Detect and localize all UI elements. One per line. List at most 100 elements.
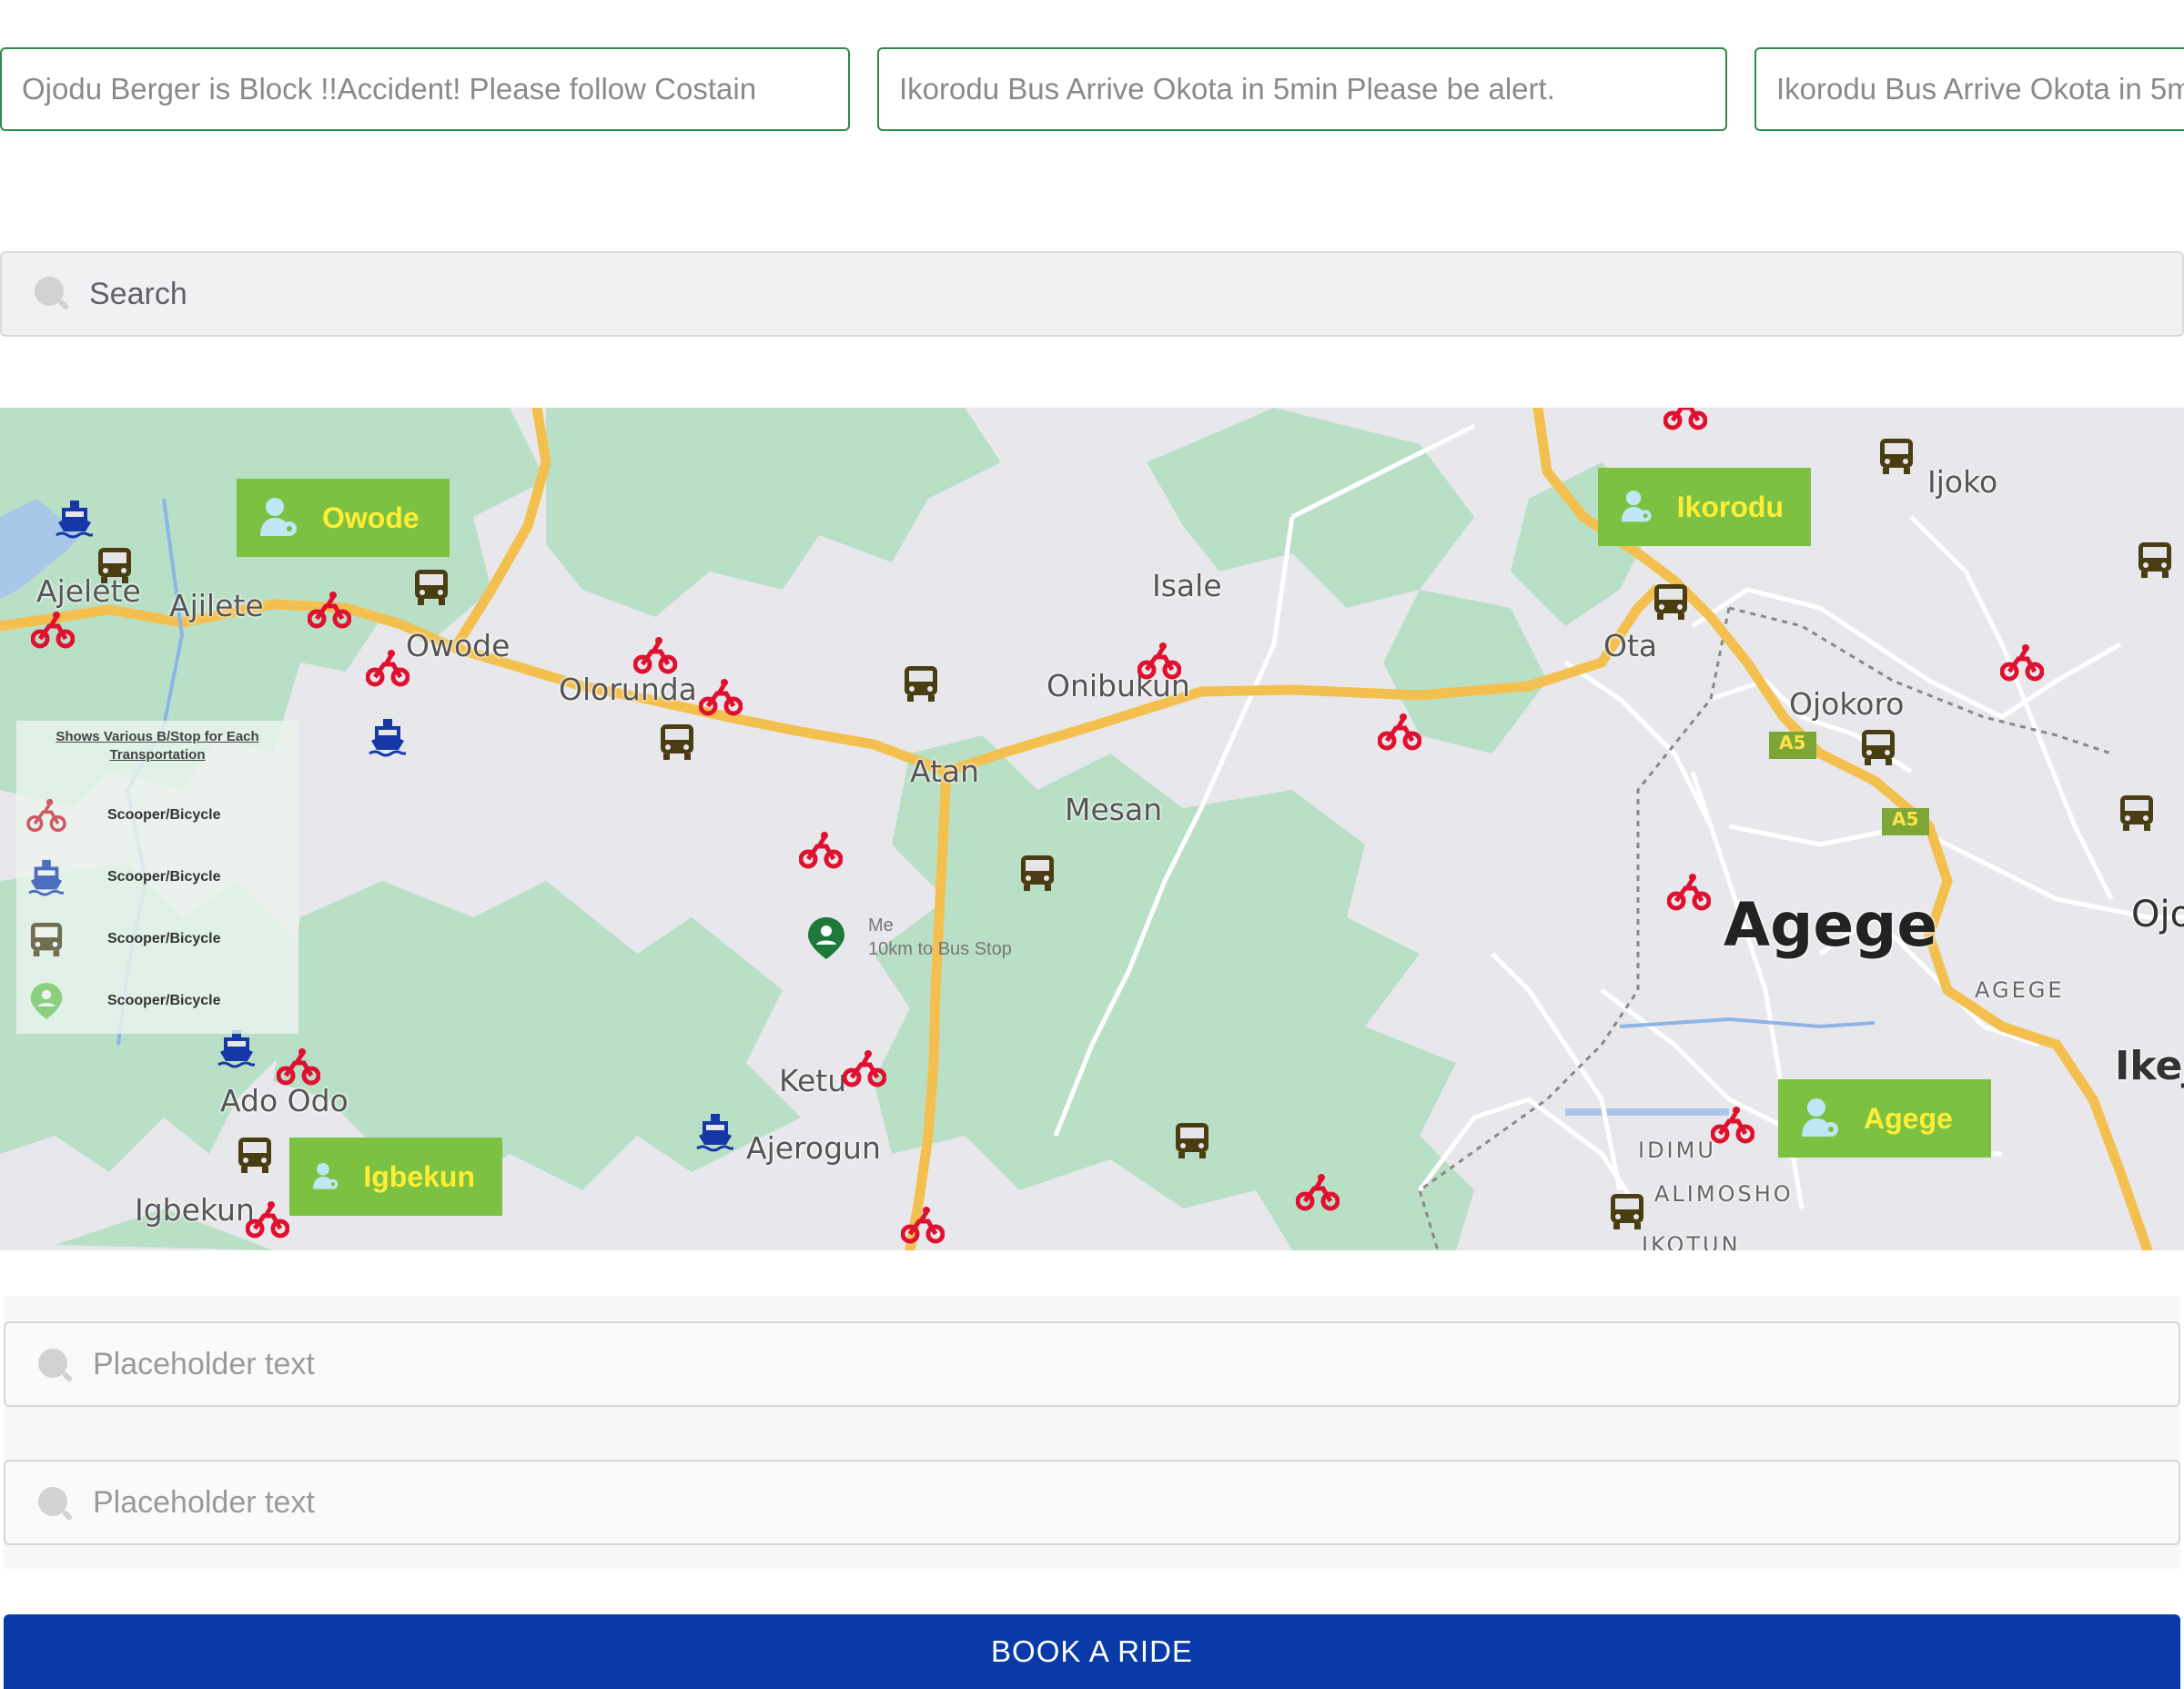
bicycle-icon[interactable] <box>2000 642 2044 683</box>
place-label: Agege <box>1724 890 1938 960</box>
bus-icon[interactable] <box>2118 794 2155 832</box>
bus-icon[interactable] <box>237 1136 273 1174</box>
book-ride-label: BOOK A RIDE <box>991 1634 1193 1668</box>
bicycle-icon[interactable] <box>1667 872 1711 912</box>
search-icon <box>38 1487 74 1522</box>
place-label: Igbekun <box>135 1192 255 1228</box>
bicycle-icon[interactable] <box>31 610 75 650</box>
legend-label: Scooper/Bicycle <box>107 993 221 1008</box>
location-label-owode[interactable]: Owode <box>237 479 450 557</box>
legend-item: Scooper/Bicycle <box>25 795 221 835</box>
place-label: Ajilete <box>169 588 264 623</box>
place-label: IKOTUN <box>1642 1232 1741 1250</box>
ferry-icon[interactable] <box>217 1028 257 1068</box>
bus-icon[interactable] <box>903 664 939 703</box>
location-label-agege[interactable]: Agege <box>1778 1079 1991 1158</box>
location-label-igbekun[interactable]: Igbekun <box>289 1138 502 1216</box>
location-label-ikorodu[interactable]: Ikorodu <box>1598 468 1811 546</box>
bus-icon <box>30 922 63 956</box>
bicycle-icon[interactable] <box>799 830 843 870</box>
place-label: Atan <box>910 753 980 789</box>
bus-icon[interactable] <box>2137 541 2173 579</box>
location-label-text: Ikorodu <box>1676 490 1784 523</box>
place-label: Ado Odo <box>220 1083 349 1118</box>
road-shield-label: A5 <box>1779 732 1806 753</box>
place-label: Ikej <box>2115 1043 2184 1089</box>
place-label: ALIMOSHO <box>1654 1181 1794 1207</box>
bus-icon[interactable] <box>659 723 695 761</box>
bus-icon[interactable] <box>1860 728 1896 766</box>
bus-icon[interactable] <box>1878 437 1915 475</box>
legend-label: Scooper/Bicycle <box>107 807 221 823</box>
bicycle-icon[interactable] <box>1663 408 1707 431</box>
alert-box[interactable]: Ikorodu Bus Arrive Okota in 5min Please … <box>877 47 1727 131</box>
alert-box[interactable]: Ikorodu Bus Arrive Okota in 5min Please … <box>1754 47 2184 131</box>
ferry-icon[interactable] <box>695 1112 735 1152</box>
bicycle-icon[interactable] <box>308 590 351 630</box>
legend-item: Scooper/Bicycle <box>25 919 221 959</box>
bicycle-icon[interactable] <box>366 648 410 688</box>
place-label: Mesan <box>1065 792 1163 827</box>
location-label-text: Agege <box>1864 1101 1953 1135</box>
pickup-input[interactable]: Placeholder text <box>4 1321 2180 1407</box>
ferry-icon[interactable] <box>368 717 408 757</box>
place-label: Ajerogun <box>746 1130 881 1166</box>
search-input[interactable]: Search <box>0 251 2184 337</box>
bus-icon[interactable] <box>1609 1192 1645 1230</box>
bus-icon[interactable] <box>413 568 450 606</box>
place-label: Isale <box>1152 568 1222 603</box>
alert-text: Ikorodu Bus Arrive Okota in 5min Please … <box>1776 72 2184 106</box>
alert-text: Ikorodu Bus Arrive Okota in 5min Please … <box>899 72 1555 106</box>
bicycle-icon[interactable] <box>277 1047 320 1087</box>
place-label: Ojo <box>2131 894 2184 936</box>
person-pin-icon <box>260 498 297 536</box>
me-label: Me <box>868 915 894 936</box>
person-pin-icon <box>313 1162 339 1189</box>
bicycle-icon[interactable] <box>901 1205 945 1245</box>
place-label: Ijoko <box>1927 464 1998 500</box>
road-shield-label: A5 <box>1892 808 1919 830</box>
bus-icon[interactable] <box>96 546 133 584</box>
person-location-icon <box>808 917 844 959</box>
destination-input[interactable]: Placeholder text <box>4 1460 2180 1545</box>
bus-icon[interactable] <box>1174 1121 1210 1159</box>
me-distance: 10km to Bus Stop <box>868 939 1012 959</box>
book-ride-button[interactable]: BOOK A RIDE <box>4 1614 2180 1689</box>
destination-placeholder: Placeholder text <box>93 1485 315 1520</box>
bicycle-icon[interactable] <box>1711 1105 1754 1145</box>
bicycle-icon[interactable] <box>246 1199 289 1239</box>
search-icon <box>35 277 70 311</box>
ferry-icon <box>28 859 65 896</box>
place-label: AGEGE <box>1975 977 2065 1003</box>
place-label: Ota <box>1603 628 1658 663</box>
place-label: Ojokoro <box>1789 686 1905 722</box>
bicycle-icon[interactable] <box>1378 712 1421 752</box>
bicycle-icon[interactable] <box>843 1048 886 1088</box>
bicycle-icon[interactable] <box>633 635 677 675</box>
legend-item: Scooper/Bicycle <box>25 857 221 897</box>
map-legend: Shows Various B/Stop for Each Transporta… <box>16 721 298 1034</box>
person-pin-icon <box>1622 491 1652 522</box>
bus-icon[interactable] <box>1019 854 1056 892</box>
person-pin-icon <box>1802 1098 1838 1137</box>
ferry-icon[interactable] <box>55 499 95 539</box>
current-location-marker[interactable]: Me 10km to Bus Stop <box>806 915 1012 966</box>
location-pin-icon <box>30 983 63 1019</box>
search-placeholder: Search <box>89 276 187 311</box>
alert-box[interactable]: Ojodu Berger is Block !!Accident! Please… <box>0 47 850 131</box>
place-label: Ketu <box>779 1063 847 1098</box>
alert-text: Ojodu Berger is Block !!Accident! Please… <box>22 72 757 106</box>
search-icon <box>38 1349 74 1383</box>
bicycle-icon[interactable] <box>1296 1172 1340 1212</box>
bicycle-icon[interactable] <box>699 677 743 717</box>
legend-item: Scooper/Bicycle <box>25 981 221 1021</box>
legend-title: Shows Various B/Stop for Each Transporta… <box>56 729 259 763</box>
pickup-placeholder: Placeholder text <box>93 1347 315 1381</box>
bicycle-icon[interactable] <box>1138 641 1181 681</box>
bicycle-icon <box>26 798 66 833</box>
map-view[interactable]: Ajelete Ajilete Owode Olorunda Isale Oni… <box>0 408 2184 1250</box>
legend-label: Scooper/Bicycle <box>107 869 221 885</box>
ride-form: Placeholder text Placeholder text <box>4 1296 2180 1569</box>
bus-icon[interactable] <box>1653 582 1689 621</box>
location-label-text: Owode <box>322 501 420 534</box>
